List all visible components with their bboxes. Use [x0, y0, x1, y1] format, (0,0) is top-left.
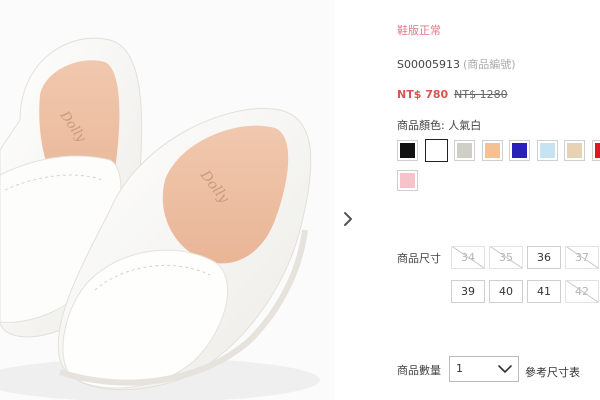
- color-swatch-black[interactable]: [397, 140, 418, 161]
- size-option-label: 34: [461, 251, 475, 264]
- size-option-label: 37: [575, 251, 589, 264]
- color-swatch-apricot[interactable]: [482, 140, 503, 161]
- product-info-panel: 鞋版正常 S00005913 (商品編號) NT$ 780 NT$ 1280 商品顏…: [397, 0, 600, 400]
- size-fit-note: 鞋版正常: [397, 24, 441, 37]
- sku-line: S00005913 (商品編號): [397, 56, 516, 72]
- color-swatch-white[interactable]: [425, 139, 448, 162]
- loafer-illustration: Dolly Dolly: [0, 0, 335, 400]
- price-original: NT$ 1280: [454, 88, 508, 101]
- product-image: Dolly Dolly: [0, 0, 335, 400]
- color-swatch-pink[interactable]: [397, 170, 418, 191]
- color-label: 商品顏色: 人氣白: [397, 119, 482, 132]
- size-option-40[interactable]: 40: [489, 280, 523, 303]
- size-chart-link[interactable]: 參考尺寸表: [525, 364, 580, 380]
- size-option-label: 35: [499, 251, 513, 264]
- chevron-down-icon: [498, 365, 512, 373]
- color-swatch-light-blue[interactable]: [537, 140, 558, 161]
- size-option-34[interactable]: 34: [451, 246, 485, 269]
- sku-hint: (商品編號): [462, 58, 516, 71]
- size-label: 商品尺寸: [397, 252, 441, 265]
- size-option-39[interactable]: 39: [451, 280, 485, 303]
- size-option-label: 36: [537, 251, 551, 264]
- color-swatch-royal-blue[interactable]: [509, 140, 530, 161]
- size-option-label: 39: [461, 285, 475, 298]
- sku-number: S00005913: [397, 58, 460, 71]
- price-current: NT$ 780: [397, 88, 449, 101]
- color-swatch-red[interactable]: [592, 140, 600, 161]
- quantity-value: 1: [456, 362, 463, 375]
- size-option-42[interactable]: 42: [565, 280, 599, 303]
- size-option-label: 41: [537, 285, 551, 298]
- color-swatch-beige[interactable]: [564, 140, 585, 161]
- size-option-label: 40: [499, 285, 513, 298]
- size-option-37[interactable]: 37: [565, 246, 599, 269]
- size-option-35[interactable]: 35: [489, 246, 523, 269]
- next-image-button[interactable]: [338, 206, 358, 232]
- quantity-label: 商品數量: [397, 364, 441, 377]
- chevron-right-icon: [344, 212, 352, 226]
- size-option-label: 42: [575, 285, 589, 298]
- size-option-36[interactable]: 36: [527, 246, 561, 269]
- color-swatch-light-grey[interactable]: [454, 140, 475, 161]
- quantity-select[interactable]: 1: [449, 356, 519, 382]
- price-line: NT$ 780 NT$ 1280: [397, 88, 508, 101]
- size-option-41[interactable]: 41: [527, 280, 561, 303]
